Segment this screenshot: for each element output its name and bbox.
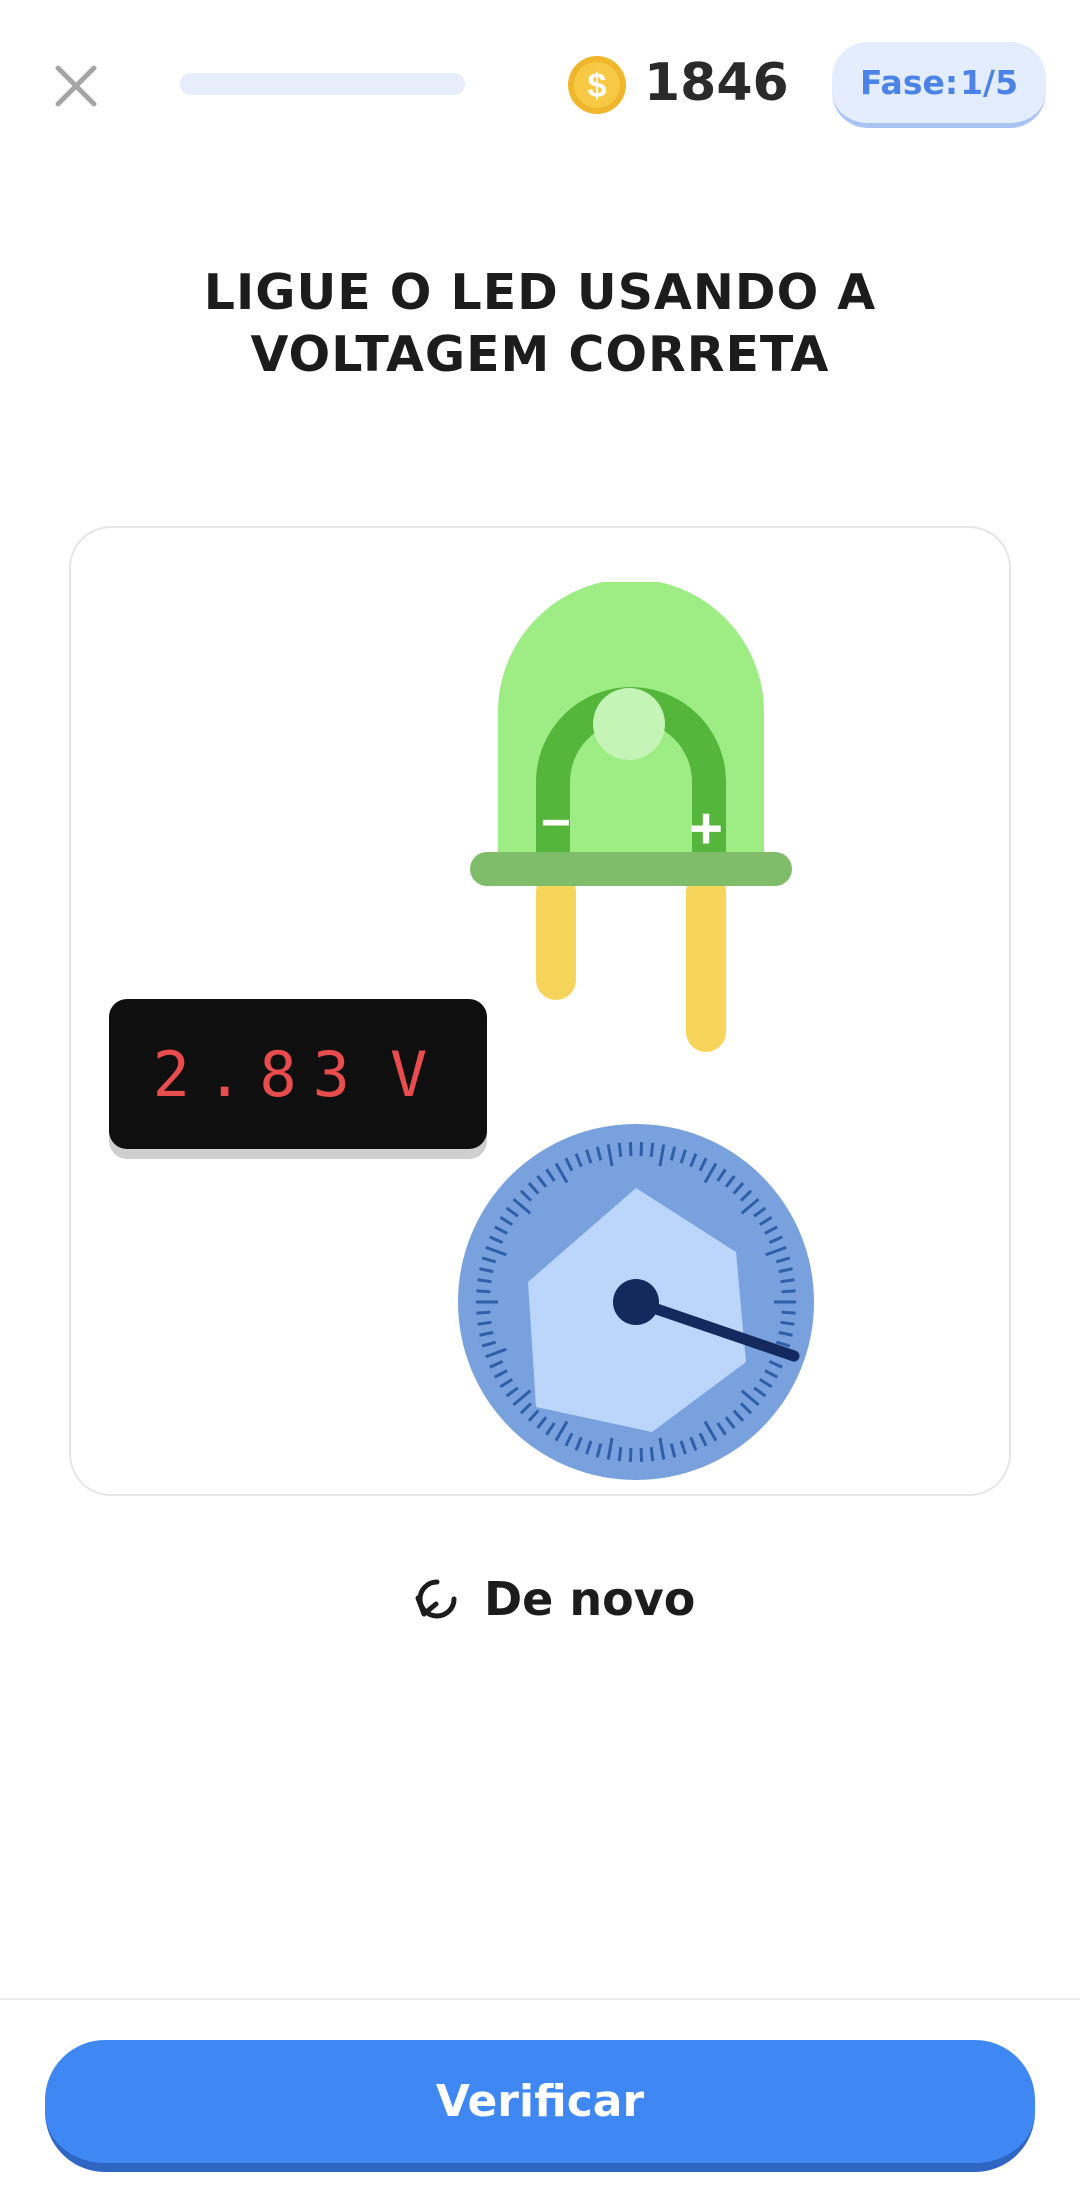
retry-button[interactable]: De novo	[410, 1566, 695, 1632]
knob-tick	[780, 1278, 795, 1284]
knob-tick	[476, 1289, 491, 1294]
led-base	[470, 852, 792, 886]
footer-divider	[0, 1998, 1080, 2000]
led-plus-label: +	[689, 796, 723, 861]
phase-label: Fase:	[859, 63, 959, 102]
knob-tick	[476, 1310, 491, 1315]
retry-label: De novo	[484, 1572, 696, 1626]
verify-button[interactable]: Verificar	[45, 2040, 1035, 2172]
knob-tick	[649, 1447, 655, 1462]
knob-tick	[780, 1320, 795, 1326]
progress-bar	[180, 73, 465, 95]
phase-badge: Fase: 1/5	[832, 42, 1046, 128]
knob-tick	[781, 1289, 796, 1294]
voltage-value: 2.83	[152, 1037, 366, 1111]
coin-icon: $	[568, 56, 626, 114]
knob-tick	[477, 1278, 492, 1284]
led-icon: − +	[470, 582, 792, 1052]
led-leg-positive	[686, 872, 726, 1052]
knob-tick	[617, 1447, 623, 1462]
coin-count: 1846	[644, 53, 789, 113]
led-minus-label: −	[541, 794, 571, 852]
knob-tick	[477, 1320, 492, 1326]
voltage-knob[interactable]	[456, 1122, 816, 1482]
svg-text:$: $	[588, 67, 607, 105]
phase-value: 1/5	[960, 63, 1019, 102]
knob-tick	[781, 1310, 796, 1315]
led-leg-negative	[536, 872, 576, 1000]
knob-tick	[649, 1142, 655, 1157]
close-icon[interactable]	[46, 56, 106, 116]
refresh-icon	[415, 1579, 457, 1619]
instruction-title: LIGUE O LED USANDO A VOLTAGEM CORRETA	[203, 264, 877, 383]
voltage-display: 2.83 V	[109, 999, 487, 1149]
knob-tick	[617, 1142, 623, 1157]
voltage-unit: V	[389, 1037, 444, 1111]
